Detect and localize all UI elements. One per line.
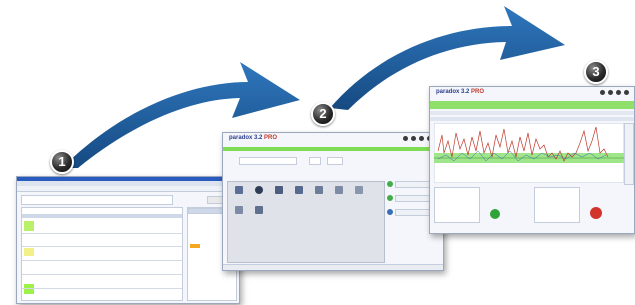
tool-icon — [234, 206, 244, 220]
summary-box — [434, 187, 480, 223]
side-list-item — [387, 195, 393, 201]
search-field — [327, 157, 343, 165]
status-cell-ok — [24, 284, 34, 294]
window-control — [624, 90, 629, 95]
step-badge-2: 2 — [311, 102, 335, 126]
workflow-illustration: paradox 3.2 PRO paradox 3.2 PRO 1 2 3 — [0, 0, 635, 305]
side-legend — [624, 123, 634, 185]
app-logo: paradox 3.2 PRO — [229, 135, 278, 141]
status-strip — [430, 101, 634, 109]
side-list-item — [387, 209, 393, 215]
tool-icon — [254, 186, 264, 200]
tool-panel — [227, 181, 385, 263]
window-control — [403, 136, 408, 141]
column-header — [430, 117, 634, 121]
footer-bar — [223, 264, 443, 270]
status-cell-warn — [24, 248, 34, 256]
app-logo: paradox 3.2 PRO — [436, 89, 485, 95]
table-row — [22, 246, 182, 247]
screenshot-step-2: paradox 3.2 PRO — [222, 132, 444, 271]
tool-icon — [274, 186, 284, 200]
window-control — [419, 136, 424, 141]
tool-icon — [354, 186, 364, 200]
side-panel-highlight — [190, 244, 200, 248]
tool-icon — [234, 186, 244, 200]
search-field — [309, 157, 321, 165]
side-list-item — [387, 181, 393, 187]
screenshot-step-1 — [16, 176, 240, 304]
gauge-green — [490, 209, 500, 219]
status-strip — [223, 147, 443, 151]
table-row — [22, 233, 182, 234]
tool-icon — [314, 186, 324, 200]
address-bar — [17, 186, 239, 192]
toolbar — [430, 111, 634, 115]
status-cell-ok — [24, 221, 34, 231]
tool-icon — [254, 206, 264, 220]
gauge-red — [590, 207, 602, 219]
screenshot-step-3: paradox 3.2 PRO — [429, 86, 635, 234]
step-badge-3: 3 — [584, 60, 608, 84]
table-row — [22, 260, 182, 261]
tool-icon — [294, 186, 304, 200]
tool-icon — [334, 186, 344, 200]
table-row — [22, 288, 182, 289]
measurement-plot — [434, 123, 624, 183]
summary-box — [534, 187, 580, 223]
window-control — [608, 90, 613, 95]
step-badge-1: 1 — [50, 150, 74, 174]
table-row — [22, 274, 182, 275]
info-box — [21, 195, 173, 205]
results-table — [21, 207, 183, 301]
window-control — [600, 90, 605, 95]
search-field — [239, 157, 297, 165]
window-control — [411, 136, 416, 141]
window-control — [616, 90, 621, 95]
table-row — [22, 214, 182, 218]
